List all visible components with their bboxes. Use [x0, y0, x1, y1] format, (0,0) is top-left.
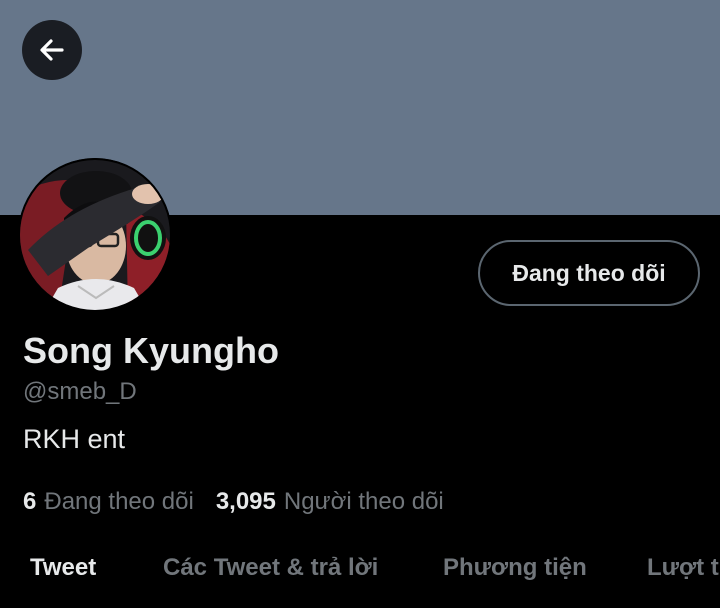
tab-tweets[interactable]: Tweet: [30, 554, 96, 582]
following-count: 6: [23, 488, 37, 515]
tab-likes[interactable]: Lượt thích: [647, 554, 720, 582]
profile-bio: RKH ent: [23, 424, 126, 454]
profile-photo: [18, 158, 172, 312]
profile-tabs: Tweet Các Tweet & trả lời Phương tiện Lư…: [0, 548, 720, 592]
followers-count: 3,095: [215, 488, 276, 515]
followers-label: Người theo dõi: [283, 488, 444, 515]
display-name: Song Kyungho: [23, 330, 279, 371]
arrow-left-icon: [40, 39, 64, 61]
follow-stats: 6 Đang theo dõi 3,095 Người theo dõi: [23, 488, 466, 516]
avatar[interactable]: [18, 158, 172, 312]
following-button[interactable]: Đang theo dõi: [478, 240, 700, 306]
following-label: Đang theo dõi: [44, 488, 194, 515]
back-button[interactable]: [22, 20, 82, 80]
followers-stat[interactable]: 3,095 Người theo dõi: [216, 488, 444, 516]
tab-media[interactable]: Phương tiện: [443, 554, 587, 582]
profile-page: Đang theo dõi Song Kyungho @smeb_D RKH e…: [0, 0, 720, 608]
following-stat[interactable]: 6 Đang theo dõi: [23, 488, 194, 516]
user-handle: @smeb_D: [23, 378, 137, 405]
tab-tweets-and-replies[interactable]: Các Tweet & trả lời: [163, 554, 378, 582]
